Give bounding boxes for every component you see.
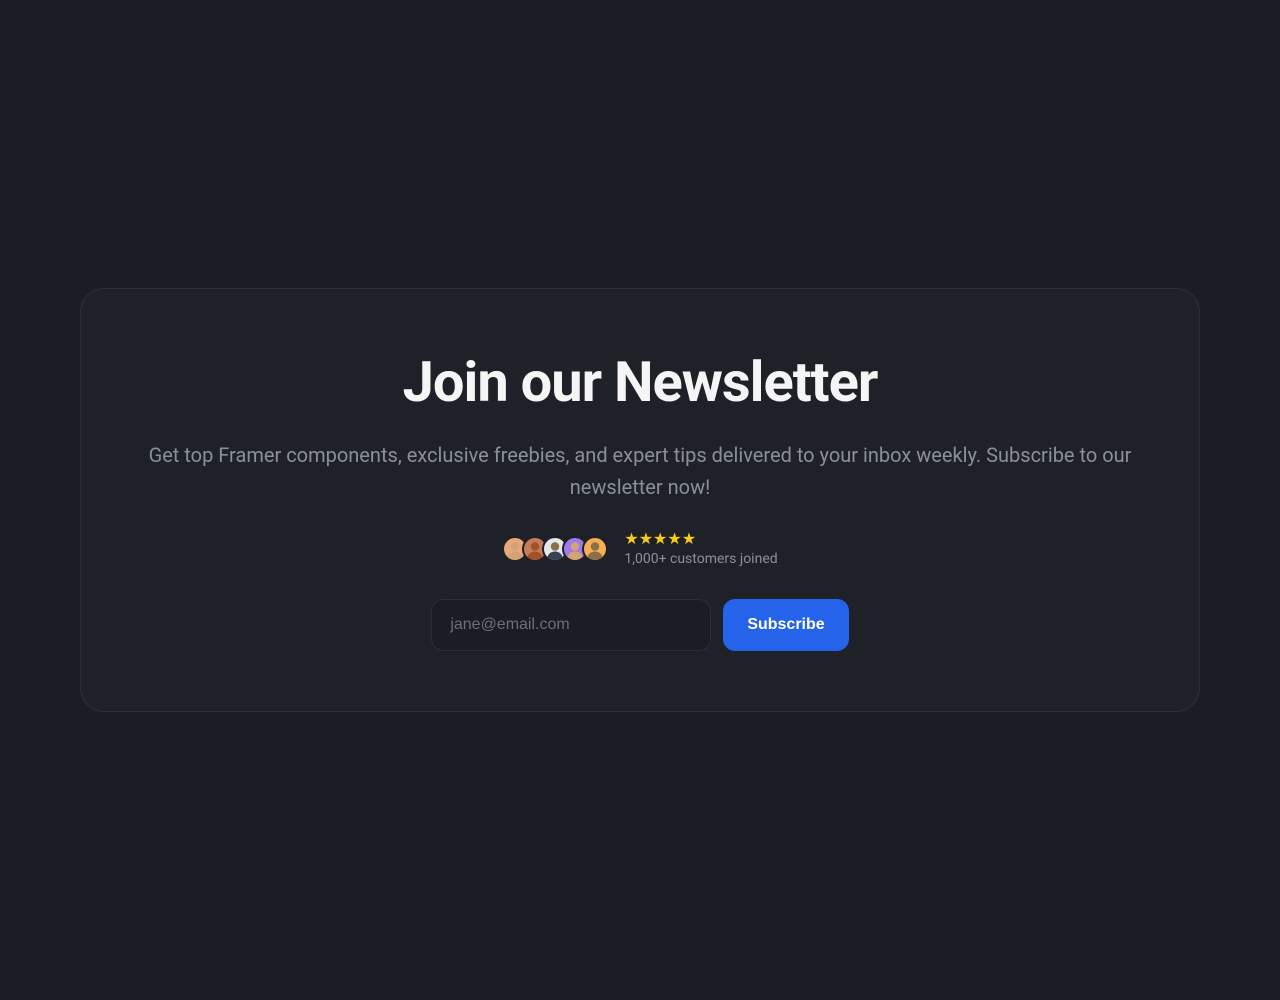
social-proof-text: ★ ★ ★ ★ ★ 1,000+ customers joined [624, 531, 777, 567]
subscribe-form: Subscribe [431, 599, 848, 651]
email-input[interactable] [431, 599, 711, 651]
star-icon: ★ [667, 531, 681, 547]
customers-joined-text: 1,000+ customers joined [624, 551, 777, 567]
social-proof-row: ★ ★ ★ ★ ★ 1,000+ customers joined [502, 531, 777, 567]
star-icon: ★ [639, 531, 653, 547]
star-icon: ★ [653, 531, 667, 547]
page-description: Get top Framer components, exclusive fre… [140, 439, 1140, 503]
star-icon: ★ [624, 531, 638, 547]
page-heading: Join our Newsletter [403, 349, 878, 415]
star-icon: ★ [682, 531, 696, 547]
newsletter-card: Join our Newsletter Get top Framer compo… [80, 288, 1200, 712]
avatar-stack [502, 536, 608, 562]
avatar [582, 536, 608, 562]
subscribe-button[interactable]: Subscribe [723, 599, 848, 651]
star-rating: ★ ★ ★ ★ ★ [624, 531, 696, 547]
